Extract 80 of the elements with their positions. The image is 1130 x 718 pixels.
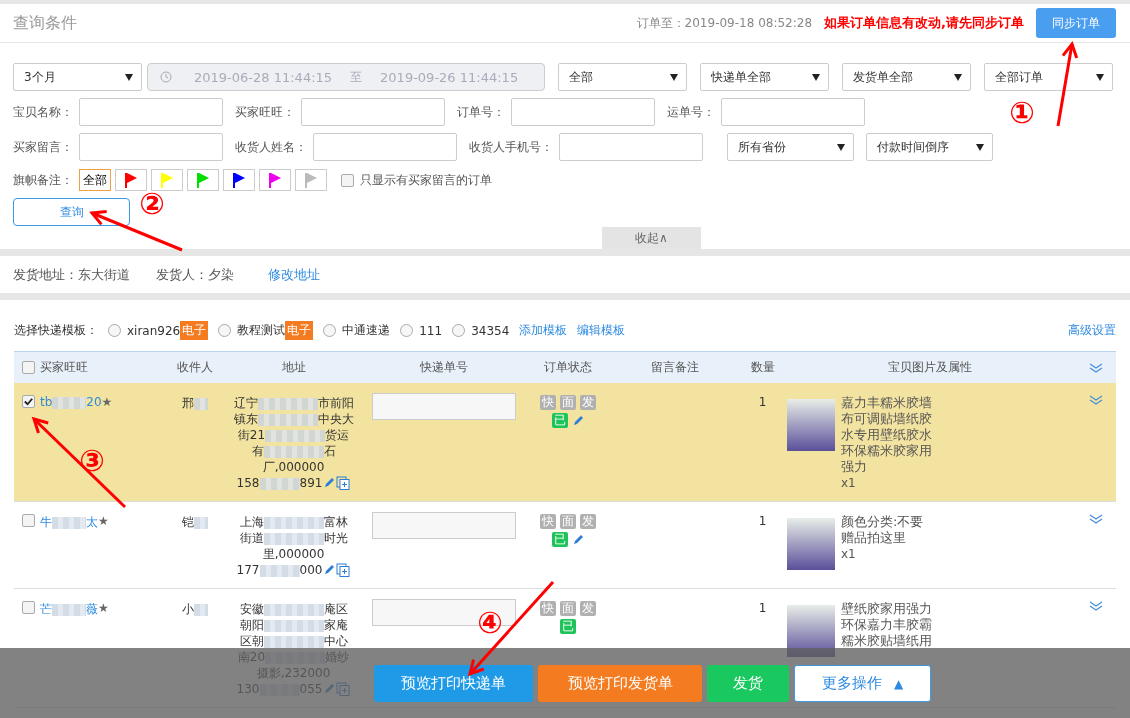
field-label: 订单号： <box>457 103 505 121</box>
status-tag: 发 <box>579 395 596 410</box>
field-label: 运单号： <box>667 103 715 121</box>
sync-notice: 如果订单信息有改动,请先同步订单 <box>824 14 1024 32</box>
column-header: 留言备注 <box>651 359 699 376</box>
status-tag: 快 <box>539 601 556 616</box>
status-tag: 发 <box>579 601 596 616</box>
product-count: x1 <box>841 546 857 562</box>
status-tag: 面 <box>559 395 576 410</box>
field-label: 买家旺旺： <box>235 103 295 121</box>
column-header: 订单状态 <box>543 359 592 376</box>
panel-title: 查询条件 <box>13 12 77 34</box>
address-line: 街道 时光 <box>239 530 348 546</box>
sync-time: 订单至：2019-09-18 08:52:28 <box>636 14 813 32</box>
status-tag: 已 <box>551 413 568 428</box>
phone-number: 158 891 <box>236 475 323 491</box>
field-label: 买家留言： <box>13 138 73 156</box>
quantity: 1 <box>758 601 767 615</box>
address-line: 区朝 中心 <box>239 633 348 649</box>
address-line: 镇东 中央大 <box>233 411 354 427</box>
address-line: 里,000000 <box>262 546 325 562</box>
field-label: 宝贝名称： <box>13 103 73 121</box>
address-line: 上海 富林 <box>239 514 348 530</box>
field-label: 收货人姓名： <box>235 138 307 156</box>
column-header: 快递单号 <box>419 359 468 376</box>
select-value: 3个月 <box>24 68 56 86</box>
address-line: 有 石 <box>251 443 336 459</box>
recipient-name: 小 <box>182 601 208 618</box>
template-label: 选择快递模板： <box>14 322 98 339</box>
status-tag: 已 <box>559 619 576 634</box>
select-value: 所有省份 <box>738 138 786 156</box>
column-header: 宝贝图片及属性 <box>888 359 972 376</box>
template-name: xiran926 <box>127 323 181 338</box>
electronic-badge: 电子 <box>285 321 314 340</box>
product-count: x1 <box>841 475 857 491</box>
checkbox-label: 只显示有买家留言的订单 <box>360 171 492 189</box>
template-name: 111 <box>419 323 443 338</box>
field-label: 收货人手机号： <box>469 138 553 156</box>
select-value: 付款时间倒序 <box>877 138 949 156</box>
recipient-name: 铠 <box>182 514 208 531</box>
template-name: 教程测试 <box>237 322 286 339</box>
phone-number: 177 000 <box>236 562 323 578</box>
star-label: ★ <box>101 395 113 409</box>
column-header: 数量 <box>750 359 775 376</box>
product-title: 嘉力丰糯米胶墙布可调贴墙纸胶水专用壁纸胶水环保糯米胶家用强力 <box>841 395 933 475</box>
column-header: 地址 <box>281 359 306 376</box>
step-number: ③ <box>79 443 105 478</box>
select-value: 发货单全部 <box>853 68 913 86</box>
status-tag: 已 <box>551 532 568 547</box>
recipient-name: 邢 <box>182 395 208 412</box>
status-tag: 快 <box>539 395 556 410</box>
select-value: 全部 <box>569 68 593 86</box>
step-number: ④ <box>477 605 503 640</box>
quantity: 1 <box>758 514 767 528</box>
product-title: 颜色分类:不要赠品拍这里 <box>841 514 925 546</box>
status-tag: 面 <box>559 514 576 529</box>
address-line: 辽宁 市前阳 <box>233 395 354 411</box>
quantity: 1 <box>758 395 767 409</box>
electronic-badge: 电子 <box>180 321 209 340</box>
star-label: ★ <box>98 601 109 615</box>
sender-name: 发货人：夕染 <box>156 265 234 284</box>
address-line: 朝阳 家庵 <box>239 617 348 633</box>
address-line: 安徽 庵区 <box>239 601 348 617</box>
column-header: 收件人 <box>177 359 213 376</box>
status-tag: 发 <box>579 514 596 529</box>
step-number: ② <box>139 186 165 221</box>
column-header: 买家旺旺 <box>40 359 88 376</box>
field-label: 旗帜备注： <box>13 171 73 189</box>
star-label: ★ <box>98 514 109 528</box>
template-name: 中通速递 <box>342 322 391 339</box>
product-title: 壁纸胶家用强力环保嘉力丰胶霸糯米胶贴墙纸用 <box>841 601 933 649</box>
status-tag: 面 <box>559 601 576 616</box>
step-number: ① <box>1009 95 1035 130</box>
select-value: 全部订单 <box>995 68 1043 86</box>
status-tag: 快 <box>539 514 556 529</box>
template-name: 34354 <box>471 323 510 338</box>
select-value: 快递单全部 <box>711 68 771 86</box>
address-line: 厂,000000 <box>262 459 325 475</box>
shipping-address: 发货地址：东大街道 <box>13 265 130 284</box>
address-line: 街21 货运 <box>237 427 350 443</box>
